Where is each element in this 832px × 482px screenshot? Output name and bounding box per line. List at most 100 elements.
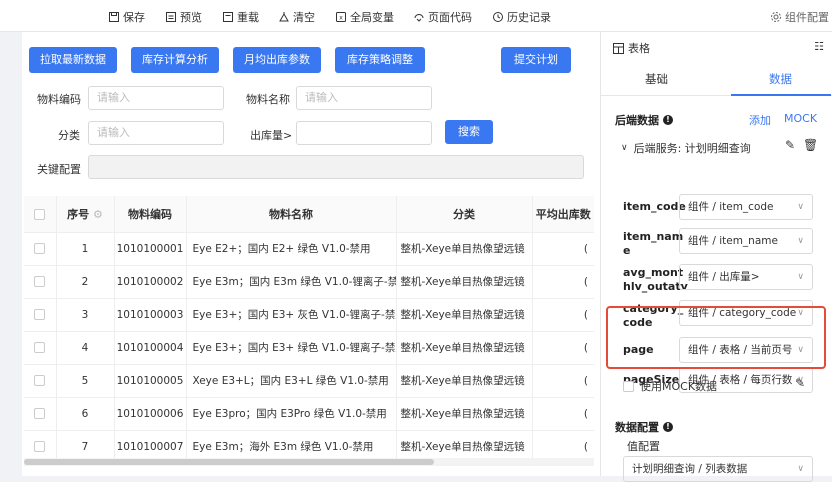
row-code: 1010100002: [114, 265, 187, 299]
submit-plan-button[interactable]: 提交计划: [501, 47, 571, 73]
category-input[interactable]: 请输入: [88, 121, 224, 145]
select-all-checkbox[interactable]: [34, 208, 46, 220]
header-category: 分类: [396, 196, 533, 233]
prop-select-avg_monthly_outatv[interactable]: 组件 / 出库量> ∨: [679, 264, 813, 290]
row-index: 5: [56, 364, 115, 398]
chevron-down-icon: ∨: [621, 143, 628, 153]
edit-icon[interactable]: ✎: [785, 138, 795, 152]
clear-button[interactable]: 清空: [278, 9, 315, 25]
row-select-cell: [24, 331, 57, 365]
save-button[interactable]: 保存: [108, 9, 145, 25]
category-label: 分类: [58, 129, 80, 142]
panel-menu-icon[interactable]: ☷: [814, 40, 824, 53]
row-checkbox[interactable]: [34, 309, 46, 320]
row-category: 整机-Xeye单目热像望远镜: [396, 397, 533, 431]
row-name: Eye E3+；国内 E3+ 绿色 V1.0-锂离子-禁用: [186, 331, 397, 365]
tab-data[interactable]: 数据: [769, 71, 792, 87]
info-icon[interactable]: !: [663, 115, 673, 125]
row-select-cell: [24, 298, 57, 332]
key-config-input[interactable]: [88, 155, 584, 179]
row-code: 1010100006: [114, 397, 187, 431]
component-config-button[interactable]: 组件配置: [770, 9, 829, 25]
table-row[interactable]: 4 1010100004 Eye E3+；国内 E3+ 绿色 V1.0-锂离子-禁用…: [24, 331, 594, 365]
name-label: 物料名称: [246, 93, 290, 106]
left-gutter: [0, 32, 22, 476]
prop-key-item_code: item_code: [623, 200, 686, 213]
row-index: 4: [56, 331, 115, 365]
info-icon-2[interactable]: !: [663, 422, 673, 432]
prop-select-item_code[interactable]: 组件 / item_code ∨: [679, 194, 813, 220]
value-config-label: 值配置: [627, 440, 660, 453]
gear-icon: [771, 12, 781, 22]
row-checkbox[interactable]: [34, 243, 46, 254]
row-name: Eye E2+；国内 E2+ 绿色 V1.0-禁用: [186, 232, 397, 266]
property-panel: 表格 ☷ 基础 数据 后端数据 ! 添加 MOCK ∨ 后端服务: 计划明细查询…: [600, 32, 832, 482]
table-row[interactable]: 6 1010100006 Eye E3pro；国内 E3Pro 绿色 V1.0-禁用…: [24, 397, 594, 431]
row-checkbox[interactable]: [34, 375, 46, 386]
add-link[interactable]: 添加: [749, 112, 771, 128]
monthly-params-button[interactable]: 月均出库参数: [233, 47, 321, 73]
tab-basic[interactable]: 基础: [645, 71, 668, 87]
outbound-input[interactable]: [296, 121, 432, 145]
strategy-adjust-button[interactable]: 库存策略调整: [335, 47, 425, 73]
row-index: 3: [56, 298, 115, 332]
table-row[interactable]: 1 1010100001 Eye E2+；国内 E2+ 绿色 V1.0-禁用 整机-X…: [24, 232, 594, 266]
fetch-latest-button[interactable]: 拉取最新数据: [29, 47, 117, 73]
row-code: 1010100003: [114, 298, 187, 332]
horizontal-scrollbar[interactable]: [24, 458, 594, 466]
history-button[interactable]: 历史记录: [492, 9, 551, 25]
row-avg: (: [532, 364, 594, 398]
reload-icon: [223, 12, 233, 22]
row-name: Eye E3m；国内 E3m 绿色 V1.0-锂离子-禁用: [186, 265, 397, 299]
header-name: 物料名称: [186, 196, 397, 233]
panel-tabs: 基础 数据: [601, 62, 832, 96]
row-checkbox[interactable]: [34, 276, 46, 287]
reload-button[interactable]: 重载: [222, 9, 259, 25]
name-input[interactable]: 请输入: [296, 86, 432, 110]
row-category: 整机-Xeye单目热像望远镜: [396, 232, 533, 266]
save-icon: [109, 12, 119, 22]
select-all-cell: [24, 196, 57, 233]
value-config-select[interactable]: 计划明细查询 / 列表数据 ∨: [623, 456, 813, 482]
row-checkbox[interactable]: [34, 408, 46, 419]
table-row[interactable]: 2 1010100002 Eye E3m；国内 E3m 绿色 V1.0-锂离子-禁用…: [24, 265, 594, 299]
svg-text:x: x: [339, 15, 343, 22]
row-avg: (: [532, 397, 594, 431]
page-code-button[interactable]: 页面代码: [413, 9, 472, 25]
row-avg: (: [532, 232, 594, 266]
chevron-down-icon: ∨: [797, 202, 804, 212]
trash-icon[interactable]: 🗑: [803, 138, 818, 152]
preview-button[interactable]: 预览: [165, 9, 202, 25]
prop-select-item_name[interactable]: 组件 / item_name ∨: [679, 228, 813, 254]
service-row[interactable]: ∨ 后端服务: 计划明细查询: [621, 140, 751, 156]
row-checkbox[interactable]: [34, 441, 46, 452]
chevron-down-icon: ∨: [797, 236, 804, 246]
global-vars-button[interactable]: x 全局变量: [335, 9, 394, 25]
row-index: 1: [56, 232, 115, 266]
table-header-row: 序号 ⚙ 物料编码 物料名称 分类 平均出库数: [24, 196, 594, 233]
variable-icon: x: [336, 12, 346, 22]
edit-mock-icon[interactable]: ✎: [795, 376, 805, 390]
table-row[interactable]: 3 1010100003 Eye E3+；国内 E3+ 灰色 V1.0-锂离子-禁用…: [24, 298, 594, 332]
settings-icon[interactable]: ⚙: [93, 208, 103, 221]
row-select-cell: [24, 232, 57, 266]
row-avg: (: [532, 331, 594, 365]
scrollbar-thumb[interactable]: [24, 459, 434, 465]
clear-icon: [279, 12, 289, 22]
prop-key-avg_monthly_outatv: avg_mont hlv_outatv: [623, 266, 688, 293]
row-code: 1010100005: [114, 364, 187, 398]
data-config-heading: 数据配置 !: [615, 419, 673, 435]
search-button[interactable]: 搜索: [445, 120, 493, 144]
mock-link[interactable]: MOCK: [784, 112, 817, 125]
table-row[interactable]: 5 1010100005 Xeye E3+L；国内 E3+L 绿色 V1.0-禁用整…: [24, 364, 594, 398]
row-name: Eye E3+；国内 E3+ 灰色 V1.0-锂离子-禁用: [186, 298, 397, 332]
row-code: 1010100004: [114, 331, 187, 365]
row-avg: (: [532, 298, 594, 332]
row-checkbox[interactable]: [34, 342, 46, 353]
highlight-annotation: [606, 306, 826, 369]
panel-title: 表格: [613, 40, 650, 56]
inventory-analysis-button[interactable]: 库存计算分析: [131, 47, 219, 73]
use-mock-checkbox[interactable]: [623, 380, 634, 392]
active-tab-indicator: [731, 94, 831, 96]
code-input[interactable]: 请输入: [88, 86, 224, 110]
